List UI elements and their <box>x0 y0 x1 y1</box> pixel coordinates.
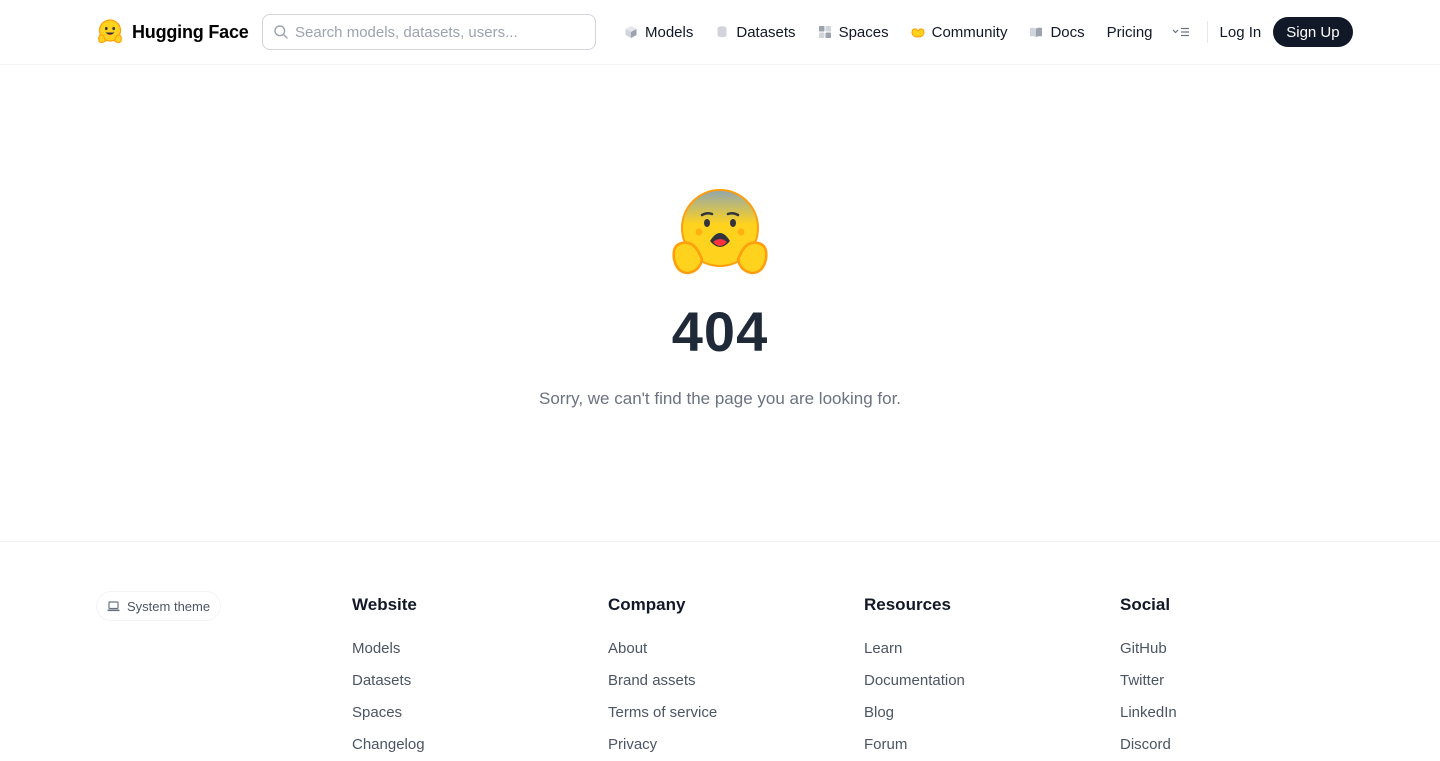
scared-hugging-face-icon <box>672 186 768 275</box>
footer-column-title: Company <box>608 595 686 614</box>
footer-link-spaces[interactable]: Spaces <box>352 703 425 735</box>
footer-link-changelog[interactable]: Changelog <box>352 735 425 761</box>
error-code: 404 <box>671 300 769 363</box>
nav-docs-label: Docs <box>1050 23 1085 41</box>
nav-community[interactable]: Community <box>911 23 1008 41</box>
footer-column-website: Website Models Datasets Spaces Changelog <box>352 595 425 761</box>
footer-link-blog[interactable]: Blog <box>864 703 965 735</box>
footer-column-title: Resources <box>864 595 951 614</box>
footer-column-title: Website <box>352 595 417 614</box>
nav-datasets[interactable]: Datasets <box>715 23 796 41</box>
brand-link[interactable]: Hugging Face <box>96 18 249 46</box>
nav-pricing[interactable]: Pricing <box>1107 24 1153 41</box>
search-input[interactable] <box>295 23 585 41</box>
site-header: Hugging Face Models Datasets <box>0 0 1440 65</box>
footer-link-forum[interactable]: Forum <box>864 735 965 761</box>
footer-link-linkedin[interactable]: LinkedIn <box>1120 703 1177 735</box>
main-nav: Models Datasets Spaces Community Docs Pr… <box>624 17 1353 47</box>
footer-link-models[interactable]: Models <box>352 639 425 671</box>
search-box[interactable] <box>262 14 596 50</box>
footer-column-title: Social <box>1120 595 1171 614</box>
footer-link-terms[interactable]: Terms of service <box>608 703 717 735</box>
theme-label: System theme <box>127 598 211 614</box>
footer-column-company: Company About Brand assets Terms of serv… <box>608 595 717 761</box>
menu-icon <box>1172 27 1189 37</box>
nav-datasets-label: Datasets <box>736 23 796 41</box>
nav-models[interactable]: Models <box>624 24 693 41</box>
footer-link-documentation[interactable]: Documentation <box>864 671 965 703</box>
database-icon <box>717 26 727 38</box>
site-footer: System theme Website Models Datasets Spa… <box>0 543 1440 761</box>
nav-models-label: Models <box>645 23 694 41</box>
footer-column-social: Social GitHub Twitter LinkedIn Discord <box>1120 595 1177 761</box>
signup-button[interactable]: Sign Up <box>1273 17 1353 47</box>
footer-link-github[interactable]: GitHub <box>1120 639 1177 671</box>
laptop-icon <box>107 600 120 611</box>
footer-link-discord[interactable]: Discord <box>1120 735 1177 761</box>
theme-toggle-button[interactable]: System theme <box>96 591 222 621</box>
grid-icon <box>818 26 831 38</box>
nav-pricing-label: Pricing <box>1106 23 1153 41</box>
hands-icon <box>911 28 925 38</box>
footer-column-resources: Resources Learn Documentation Blog Forum <box>864 595 965 761</box>
footer-link-twitter[interactable]: Twitter <box>1120 671 1177 703</box>
hugging-face-logo-icon <box>97 19 123 44</box>
nav-spaces[interactable]: Spaces <box>818 24 889 41</box>
nav-community-label: Community <box>931 23 1008 41</box>
cube-icon <box>625 26 637 38</box>
more-menu-button[interactable] <box>1171 22 1195 42</box>
error-message: Sorry, we can't find the page you are lo… <box>538 389 902 408</box>
nav-divider <box>1206 21 1208 43</box>
nav-spaces-label: Spaces <box>838 23 889 41</box>
nav-docs[interactable]: Docs <box>1029 23 1085 41</box>
search-icon <box>274 25 288 39</box>
footer-link-datasets[interactable]: Datasets <box>352 671 425 703</box>
book-icon <box>1030 27 1043 37</box>
footer-link-about[interactable]: About <box>608 639 717 671</box>
footer-link-learn[interactable]: Learn <box>864 639 965 671</box>
main-content: 404 Sorry, we can't find the page you ar… <box>0 65 1440 542</box>
login-link[interactable]: Log In <box>1220 24 1262 41</box>
brand-name: Hugging Face <box>132 21 249 42</box>
footer-link-privacy[interactable]: Privacy <box>608 735 717 761</box>
footer-link-brand-assets[interactable]: Brand assets <box>608 671 717 703</box>
